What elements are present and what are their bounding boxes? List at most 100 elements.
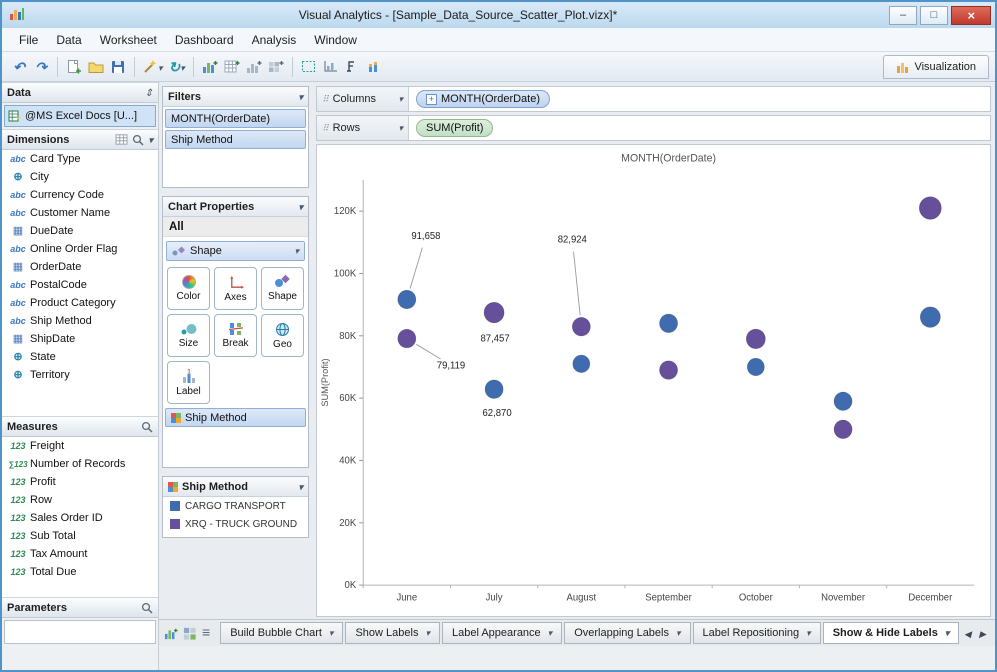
sheet-list-icon[interactable] (202, 624, 210, 642)
add-crosstab-button[interactable] (222, 56, 242, 78)
data-point[interactable] (918, 196, 942, 220)
measure-item-total-due[interactable]: Total Due (2, 563, 158, 581)
legend-item-xrq-truck-ground[interactable]: XRQ - TRUCK GROUND (163, 515, 308, 533)
dimension-item-shipdate[interactable]: ShipDate (2, 330, 158, 348)
tab-build-bubble-chart[interactable]: Build Bubble Chart (220, 622, 344, 644)
data-point[interactable] (483, 301, 505, 324)
dimension-item-territory[interactable]: Territory (2, 366, 158, 384)
filter-pill-month-orderdate[interactable]: MONTH(OrderDate) (165, 109, 306, 128)
minimize-button[interactable] (889, 5, 917, 25)
scroll-tabs-right-icon[interactable] (979, 624, 986, 642)
columns-shelf[interactable]: Columns + MONTH(OrderDate) (316, 86, 991, 112)
format-button[interactable] (343, 56, 363, 78)
data-point[interactable] (919, 306, 941, 328)
shape-button[interactable]: Shape (261, 267, 304, 310)
data-source-item[interactable]: @MS Excel Docs [U...] (4, 105, 156, 127)
chevron-down-icon[interactable] (806, 627, 811, 639)
menu-worksheet[interactable]: Worksheet (91, 30, 166, 50)
search-icon[interactable] (141, 421, 153, 433)
measure-item-sales-order-id[interactable]: Sales Order ID (2, 509, 158, 527)
menu-dashboard[interactable]: Dashboard (166, 30, 243, 50)
chevron-down-icon[interactable] (398, 93, 403, 105)
measure-item-sub-total[interactable]: Sub Total (2, 527, 158, 545)
dimension-item-online-order-flag[interactable]: Online Order Flag (2, 240, 158, 258)
dimension-item-product-category[interactable]: Product Category (2, 294, 158, 312)
legend-header[interactable]: Ship Method (163, 477, 308, 497)
scroll-tabs-left-icon[interactable] (964, 624, 971, 642)
expand-field-icon[interactable]: + (426, 93, 437, 105)
tab-show-and-hide-labels[interactable]: Show & Hide Labels (822, 622, 960, 644)
filters-header[interactable]: Filters (163, 87, 308, 107)
shape-shelf-pill-ship-method[interactable]: Ship Method (165, 408, 306, 427)
search-icon[interactable] (141, 602, 153, 614)
chevron-down-icon[interactable] (398, 122, 403, 134)
break-button[interactable]: Break (214, 314, 257, 357)
data-point[interactable] (484, 379, 504, 399)
data-point[interactable] (833, 419, 853, 439)
label-button[interactable]: 1 Label (167, 361, 210, 404)
geo-button[interactable]: Geo (261, 314, 304, 357)
columns-pill-month-orderdate[interactable]: + MONTH(OrderDate) (416, 90, 551, 108)
shape-dropdown[interactable]: Shape (166, 241, 305, 261)
close-button[interactable] (951, 5, 991, 25)
stacked-bars-button[interactable] (365, 56, 385, 78)
add-bar-chart-button[interactable] (244, 56, 264, 78)
visualization-tab[interactable]: Visualization (883, 54, 989, 79)
dimension-item-duedate[interactable]: DueDate (2, 222, 158, 240)
menu-file[interactable]: File (10, 30, 47, 50)
maximize-button[interactable] (920, 5, 948, 25)
magic-wand-button[interactable] (141, 56, 165, 78)
menu-analysis[interactable]: Analysis (243, 30, 306, 50)
rows-pill-sum-profit[interactable]: SUM(Profit) (416, 119, 494, 137)
menu-window[interactable]: Window (305, 30, 366, 50)
data-point[interactable] (833, 391, 853, 411)
measure-item-profit[interactable]: Profit (2, 473, 158, 491)
data-point[interactable] (745, 328, 766, 349)
size-button[interactable]: Size (167, 314, 210, 357)
new-worksheet-button[interactable] (64, 56, 84, 78)
add-chart-button[interactable] (200, 56, 220, 78)
dimension-item-card-type[interactable]: Card Type (2, 150, 158, 168)
axes-button[interactable]: Axes (214, 267, 257, 310)
chevron-down-icon[interactable] (548, 627, 553, 639)
color-button[interactable]: Color (167, 267, 210, 310)
view-as-table-icon[interactable] (115, 134, 128, 145)
dimension-item-state[interactable]: State (2, 348, 158, 366)
redo-button[interactable] (31, 56, 51, 78)
collapse-expand-icon[interactable] (145, 87, 153, 99)
open-button[interactable] (86, 56, 106, 78)
chevron-down-icon[interactable] (945, 627, 950, 639)
data-point[interactable] (397, 289, 417, 310)
dimension-item-city[interactable]: City (2, 168, 158, 186)
dimension-item-orderdate[interactable]: OrderDate (2, 258, 158, 276)
dimension-item-customer-name[interactable]: Customer Name (2, 204, 158, 222)
show-axes-button[interactable] (321, 56, 341, 78)
data-point[interactable] (397, 328, 417, 349)
data-point[interactable] (746, 357, 765, 377)
filter-pill-ship-method[interactable]: Ship Method (165, 130, 306, 149)
data-point[interactable] (659, 313, 678, 333)
chevron-down-icon[interactable] (329, 627, 334, 639)
legend-item-cargo-transport[interactable]: CARGO TRANSPORT (163, 497, 308, 515)
scatter-chart[interactable]: MONTH(OrderDate) SUM(Profit) 0K 20K 40K 60K 80… (316, 144, 991, 617)
measure-item-row[interactable]: Row (2, 491, 158, 509)
chevron-down-icon[interactable] (425, 627, 430, 639)
measure-item-freight[interactable]: Freight (2, 437, 158, 455)
new-dashboard-tab-icon[interactable] (183, 627, 197, 640)
new-worksheet-tab-icon[interactable] (164, 627, 178, 640)
search-icon[interactable] (132, 134, 144, 146)
rows-shelf[interactable]: Rows SUM(Profit) (316, 115, 991, 141)
drag-grip-icon[interactable] (322, 93, 329, 105)
drag-grip-icon[interactable] (322, 122, 329, 134)
data-point[interactable] (571, 317, 591, 337)
menu-data[interactable]: Data (47, 30, 90, 50)
fit-view-button[interactable] (299, 56, 319, 78)
tab-label-appearance[interactable]: Label Appearance (441, 622, 563, 644)
dimension-item-ship-method[interactable]: Ship Method (2, 312, 158, 330)
chevron-down-icon[interactable] (676, 627, 681, 639)
chevron-down-icon[interactable] (148, 134, 153, 146)
dimension-item-currency-code[interactable]: Currency Code (2, 186, 158, 204)
measure-item-number-of-records[interactable]: Number of Records (2, 455, 158, 473)
tab-show-labels[interactable]: Show Labels (345, 622, 440, 644)
measure-item-tax-amount[interactable]: Tax Amount (2, 545, 158, 563)
